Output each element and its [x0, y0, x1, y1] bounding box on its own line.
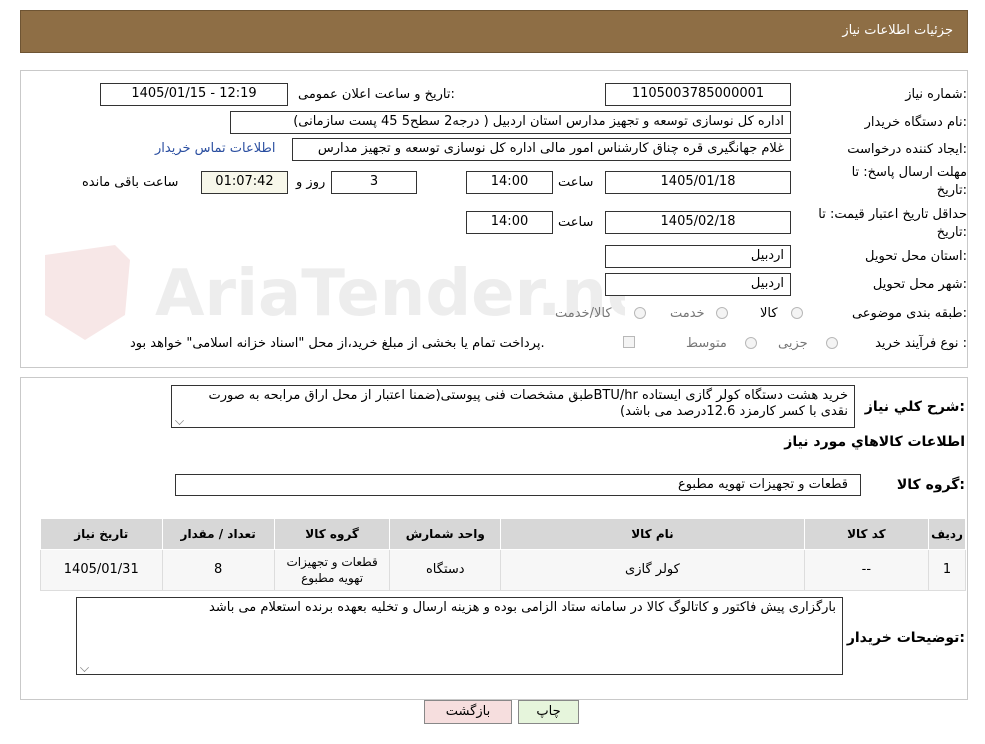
col-header-row-number: ردیف: [928, 518, 966, 550]
remaining-time-label: ساعت باقی مانده: [82, 175, 179, 190]
city-field[interactable]: اردبیل: [605, 273, 791, 296]
validity-label-2: تاریخ:: [936, 225, 967, 240]
buyer-label: نام دستگاه خریدار:: [864, 115, 967, 130]
province-field[interactable]: اردبیل: [605, 245, 791, 268]
goods-group-label: گروه کالا:: [896, 477, 965, 493]
table-row[interactable]: 1 -- کولر گازی دستگاه قطعات و تجهیزات ته…: [40, 549, 966, 591]
col-header-goods-code: کد کالا: [803, 518, 930, 550]
resize-grip-icon[interactable]: [80, 663, 89, 672]
page-header: جزئیات اطلاعات نیاز: [20, 10, 968, 53]
announce-label: تاریخ و ساعت اعلان عمومی:: [298, 87, 455, 102]
category-radio-goods[interactable]: [791, 307, 803, 319]
process-option-medium: متوسط: [686, 336, 727, 351]
print-button[interactable]: چاپ: [518, 700, 579, 724]
cell-quantity: 8: [161, 549, 275, 591]
resize-grip-icon[interactable]: [175, 416, 184, 425]
goods-group-field[interactable]: قطعات و تجهیزات تهویه مطبوع: [175, 474, 861, 496]
buyer-field[interactable]: اداره کل نوسازی توسعه و تجهیز مدارس استا…: [230, 111, 791, 134]
validity-label-1: حداقل تاریخ اعتبار قیمت: تا: [818, 207, 967, 222]
category-label: طبقه بندی موضوعی:: [851, 306, 967, 321]
col-header-quantity: تعداد / مقدار: [161, 518, 275, 550]
need-number-field[interactable]: 1105003785000001: [605, 83, 791, 106]
buyer-notes-text: بارگزاری پیش فاکتور و کاتالوگ کالا در سا…: [209, 600, 836, 615]
process-type-label: نوع فرآیند خرید :: [875, 336, 967, 351]
goods-table-header-row: ردیف کد کالا نام کالا واحد شمارش گروه کا…: [40, 518, 966, 550]
goods-info-title: اطلاعات کالاهاي مورد نياز: [784, 434, 965, 450]
deadline-date-field[interactable]: 1405/01/18: [605, 171, 791, 194]
treasury-payment-note: پرداخت تمام یا بخشی از مبلغ خرید،از محل …: [130, 336, 545, 351]
cell-goods-name: کولر گازی: [500, 549, 805, 591]
goods-table: ردیف کد کالا نام کالا واحد شمارش گروه کا…: [40, 518, 966, 591]
need-number-label: شماره نیاز:: [905, 87, 967, 102]
buyer-notes-label: توضیحات خریدار:: [846, 630, 965, 646]
buyer-contact-link[interactable]: اطلاعات تماس خریدار: [155, 141, 275, 156]
deadline-time-label: ساعت: [558, 175, 594, 190]
category-radio-service[interactable]: [716, 307, 728, 319]
cell-goods-group: قطعات و تجهیزات تهویه مطبوع: [273, 549, 391, 591]
days-remaining-field[interactable]: 3: [331, 171, 417, 194]
back-button[interactable]: بازگشت: [424, 700, 512, 724]
announce-field[interactable]: 1405/01/15 - 12:19: [100, 83, 288, 106]
deadline-label-2: تاریخ:: [936, 183, 967, 198]
cell-need-date: 1405/01/31: [40, 549, 163, 591]
city-label: شهر محل تحویل:: [872, 277, 967, 292]
category-option-goods: کالا: [760, 306, 778, 321]
page-title: جزئیات اطلاعات نیاز: [842, 23, 953, 38]
process-option-minor: جزیی: [778, 336, 808, 351]
deadline-time-field[interactable]: 14:00: [466, 171, 553, 194]
remaining-time-field: 01:07:42: [201, 171, 288, 194]
creator-field[interactable]: غلام جهانگیری قره چناق کارشناس امور مالی…: [292, 138, 791, 161]
category-option-goods-service: کالا/خدمت: [555, 306, 612, 321]
deadline-label-1: مهلت ارسال پاسخ: تا: [851, 165, 967, 180]
province-label: استان محل تحویل:: [865, 249, 967, 264]
process-radio-minor[interactable]: [826, 337, 838, 349]
cell-goods-code: --: [803, 549, 930, 591]
category-option-service: خدمت: [670, 306, 705, 321]
validity-time-field[interactable]: 14:00: [466, 211, 553, 234]
days-label: روز و: [296, 175, 326, 190]
col-header-goods-group: گروه کالا: [273, 518, 391, 550]
creator-label: ایجاد کننده درخواست:: [847, 142, 967, 157]
cell-unit: دستگاه: [389, 549, 502, 591]
summary-label: شرح کلي نياز:: [864, 399, 965, 415]
category-radio-goods-service[interactable]: [634, 307, 646, 319]
treasury-payment-checkbox[interactable]: [623, 336, 635, 348]
validity-date-field[interactable]: 1405/02/18: [605, 211, 791, 234]
col-header-need-date: تاریخ نیاز: [40, 518, 163, 550]
summary-textarea[interactable]: خرید هشت دستگاه کولر گازی ایستاده BTU/hr…: [171, 385, 855, 428]
summary-text: خرید هشت دستگاه کولر گازی ایستاده BTU/hr…: [208, 388, 848, 419]
col-header-unit: واحد شمارش: [389, 518, 502, 550]
buyer-notes-textarea[interactable]: بارگزاری پیش فاکتور و کاتالوگ کالا در سا…: [76, 597, 843, 675]
col-header-goods-name: نام کالا: [500, 518, 805, 550]
validity-time-label: ساعت: [558, 215, 594, 230]
cell-row-number: 1: [928, 549, 966, 591]
process-radio-medium[interactable]: [745, 337, 757, 349]
